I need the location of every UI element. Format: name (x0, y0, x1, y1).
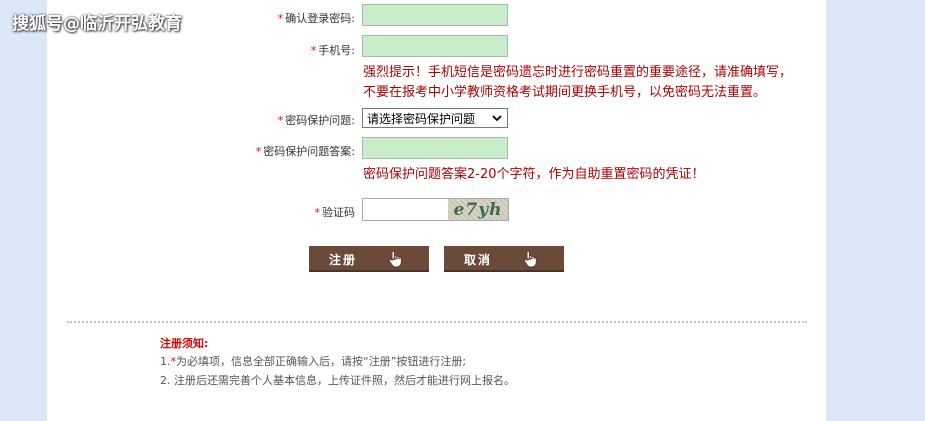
captcha-label-text: 验证码 (322, 206, 355, 219)
notice-line-1-prefix: 1. (160, 355, 171, 368)
phone-label-text: 手机号: (318, 44, 355, 57)
watermark: 搜狐号@临沂开弘教育 (12, 14, 182, 34)
required-mark: * (277, 114, 284, 127)
register-button[interactable]: 注册 (309, 246, 429, 272)
security-answer-hint: 密码保护问题答案2-20个字符，作为自助重置密码的凭证！ (363, 167, 705, 182)
confirm-password-label: * 确认登录密码: (278, 10, 355, 26)
divider (67, 321, 807, 323)
chevron-down-icon (492, 115, 502, 122)
phone-label: * 手机号: (311, 42, 355, 58)
register-button-label: 注册 (329, 253, 358, 267)
pointer-hand-icon (523, 250, 537, 268)
security-answer-label: * 密码保护问题答案: (256, 143, 355, 159)
pointer-hand-icon (388, 250, 402, 268)
required-mark: * (314, 206, 321, 219)
notice-line-1: 1.*为必填项，信息全部正确输入后，请按“注册”按钮进行注册; (160, 353, 466, 369)
required-mark: * (277, 12, 284, 25)
notice-title: 注册须知: (160, 337, 209, 350)
security-question-selected: 请选择密码保护问题 (367, 111, 476, 126)
cancel-button-label: 取消 (464, 253, 493, 267)
required-mark: * (310, 44, 317, 57)
notice-line-1-text: 为必填项，信息全部正确输入后，请按“注册”按钮进行注册; (176, 355, 467, 368)
security-question-label: * 密码保护问题: (278, 112, 355, 128)
required-mark: * (255, 145, 262, 158)
notice-line-2: 2. 注册后还需完善个人基本信息，上传证件照，然后才能进行网上报名。 (160, 374, 515, 387)
phone-hint-line1: 强烈提示！手机短信是密码遗忘时进行密码重置的重要途径，请准确填写， (363, 65, 793, 80)
captcha-label: * 验证码 (315, 204, 356, 220)
security-answer-label-text: 密码保护问题答案: (263, 145, 355, 158)
confirm-password-label-text: 确认登录密码: (285, 12, 355, 25)
security-answer-input[interactable] (362, 137, 508, 159)
captcha-image[interactable]: e7yh (448, 199, 508, 220)
phone-hint-line2: 不要在报考中小学教师资格考试期间更换手机号，以免密码无法重置。 (363, 85, 767, 100)
phone-input[interactable] (362, 35, 508, 57)
security-question-label-text: 密码保护问题: (285, 114, 355, 127)
cancel-button[interactable]: 取消 (444, 246, 564, 272)
confirm-password-input[interactable] (362, 4, 508, 26)
security-question-select[interactable]: 请选择密码保护问题 (362, 108, 508, 128)
